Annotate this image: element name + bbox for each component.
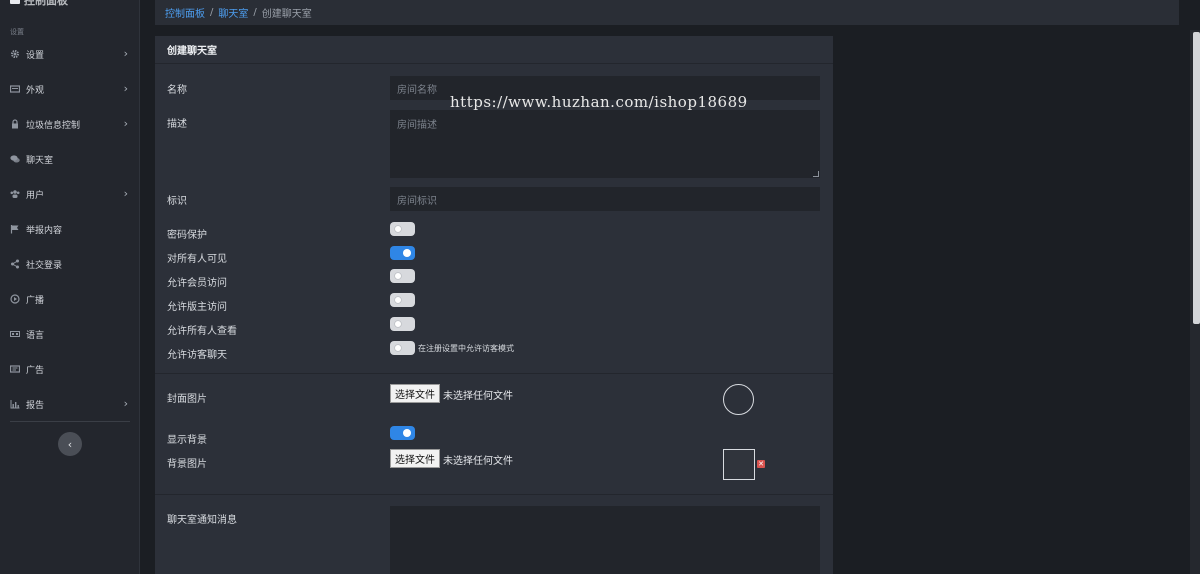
monitor-icon (10, 84, 20, 94)
breadcrumb-link-dashboard[interactable]: 控制面板 (165, 5, 205, 20)
dashboard-icon (10, 0, 20, 4)
sidebar-item-chatrooms[interactable]: 聊天室 (0, 147, 138, 171)
language-icon (10, 329, 20, 339)
chat-icon (10, 154, 20, 164)
toggle-knob (403, 249, 411, 257)
watermark-text: https://www.huzhan.com/ishop18689 (450, 93, 748, 111)
guest-mode-hint: 在注册设置中允许访客模式 (418, 344, 514, 353)
sidebar-section-label: 设置 (10, 28, 24, 36)
chevron-right-icon: › (123, 47, 128, 60)
chevron-left-icon: ‹ (67, 437, 73, 451)
chevron-right-icon: › (123, 187, 128, 200)
sidebar-item-users[interactable]: 用户 › (0, 182, 138, 206)
create-chatroom-card: 创建聊天室 名称 房间名称 描述 房间描述 标识 房间标识 密码保护 对所有人可… (155, 36, 833, 574)
sidebar-item-broadcast[interactable]: 广播 (0, 287, 138, 311)
background-image-label: 背景图片 (167, 459, 207, 470)
sidebar-item-label: 举报内容 (26, 225, 63, 236)
breadcrumb-separator: / (210, 7, 214, 18)
allow-moderators-toggle[interactable] (390, 293, 415, 307)
cover-image-label: 封面图片 (167, 394, 207, 405)
sidebar-item-reports-content[interactable]: 举报内容 (0, 217, 138, 241)
chevron-right-icon: › (123, 397, 128, 410)
sidebar-item-language[interactable]: 语言 (0, 322, 138, 346)
show-background-toggle[interactable] (390, 426, 415, 440)
toggle-knob (394, 344, 402, 352)
card-title: 创建聊天室 (155, 36, 833, 64)
sidebar-collapse-button[interactable]: ‹ (58, 432, 82, 456)
allow-members-toggle[interactable] (390, 269, 415, 283)
sidebar-item-label: 外观 (26, 85, 45, 96)
toggle-knob (394, 272, 402, 280)
toggle-label-view-all: 允许所有人查看 (167, 326, 237, 337)
description-label: 描述 (167, 119, 187, 130)
gear-icon (10, 49, 20, 59)
section-divider (155, 373, 833, 374)
sidebar-item-ads[interactable]: 广告 (0, 357, 138, 381)
cover-file-button[interactable]: 选择文件 (390, 384, 440, 403)
sidebar-brand-label: 控制面板 (24, 0, 68, 7)
toggle-label-guest-chat: 允许访客聊天 (167, 350, 227, 361)
sidebar-brand[interactable]: 控制面板 (10, 0, 68, 8)
background-image-preview (723, 449, 755, 480)
sidebar-item-label: 广告 (26, 365, 45, 376)
notice-message-label: 聊天室通知消息 (167, 515, 237, 526)
broadcast-icon (10, 294, 20, 304)
sidebar-item-social-login[interactable]: 社交登录 (0, 252, 138, 276)
toggle-knob (394, 296, 402, 304)
sidebar-item-settings[interactable]: 设置 › (0, 42, 138, 66)
toggle-label-members: 允许会员访问 (167, 278, 227, 289)
allow-guest-chat-toggle[interactable] (390, 341, 415, 355)
show-background-label: 显示背景 (167, 435, 207, 446)
breadcrumb-separator: / (253, 7, 257, 18)
scrollbar-thumb[interactable] (1193, 32, 1200, 324)
room-slug-input[interactable]: 房间标识 (390, 187, 820, 211)
resize-handle[interactable] (813, 171, 819, 177)
sidebar-item-spam-control[interactable]: 垃圾信息控制 › (0, 112, 138, 136)
cover-file-status: 未选择任何文件 (443, 391, 513, 402)
breadcrumb: 控制面板 / 聊天室 / 创建聊天室 (155, 0, 1179, 25)
notice-message-textarea[interactable] (390, 506, 820, 574)
sidebar-item-label: 语言 (26, 330, 45, 341)
sidebar-item-label: 社交登录 (26, 260, 63, 271)
sidebar-item-label: 用户 (26, 190, 45, 201)
name-label: 名称 (167, 85, 187, 96)
sidebar-item-label: 广播 (26, 295, 45, 306)
slug-label: 标识 (167, 196, 187, 207)
chart-icon (10, 399, 20, 409)
breadcrumb-current: 创建聊天室 (261, 9, 312, 20)
ad-icon (10, 364, 20, 374)
toggle-knob (403, 429, 411, 437)
visible-to-all-toggle[interactable] (390, 246, 415, 260)
sidebar-item-label: 垃圾信息控制 (26, 120, 81, 131)
sidebar-item-appearance[interactable]: 外观 › (0, 77, 138, 101)
toggle-label-moderators: 允许版主访问 (167, 302, 227, 313)
sidebar-item-label: 设置 (26, 50, 45, 61)
sidebar-item-reports[interactable]: 报告 › (0, 392, 138, 416)
sidebar-divider (10, 421, 130, 422)
sidebar-item-label: 聊天室 (26, 155, 54, 166)
delete-background-button[interactable]: ✕ (757, 460, 765, 468)
chevron-right-icon: › (123, 117, 128, 130)
room-description-textarea[interactable]: 房间描述 (390, 110, 820, 178)
toggle-label-password: 密码保护 (167, 230, 207, 241)
sidebar: 控制面板 设置 设置 › 外观 › 垃圾信息控制 › 聊天室 用户 › 举报内容… (0, 0, 140, 574)
cover-image-preview (723, 384, 754, 415)
flag-icon (10, 224, 20, 234)
description-placeholder: 房间描述 (397, 120, 437, 131)
allow-all-view-toggle[interactable] (390, 317, 415, 331)
users-icon (10, 189, 20, 199)
share-icon (10, 259, 20, 269)
breadcrumb-link-chatrooms[interactable]: 聊天室 (218, 5, 248, 20)
close-icon: ✕ (758, 460, 764, 468)
background-file-status: 未选择任何文件 (443, 456, 513, 467)
sidebar-item-label: 报告 (26, 400, 45, 411)
toggle-knob (394, 225, 402, 233)
password-protect-toggle[interactable] (390, 222, 415, 236)
background-file-button[interactable]: 选择文件 (390, 449, 440, 468)
toggle-label-visible: 对所有人可见 (167, 254, 227, 265)
section-divider (155, 494, 833, 495)
toggle-knob (394, 320, 402, 328)
chevron-right-icon: › (123, 82, 128, 95)
lock-icon (10, 119, 20, 129)
